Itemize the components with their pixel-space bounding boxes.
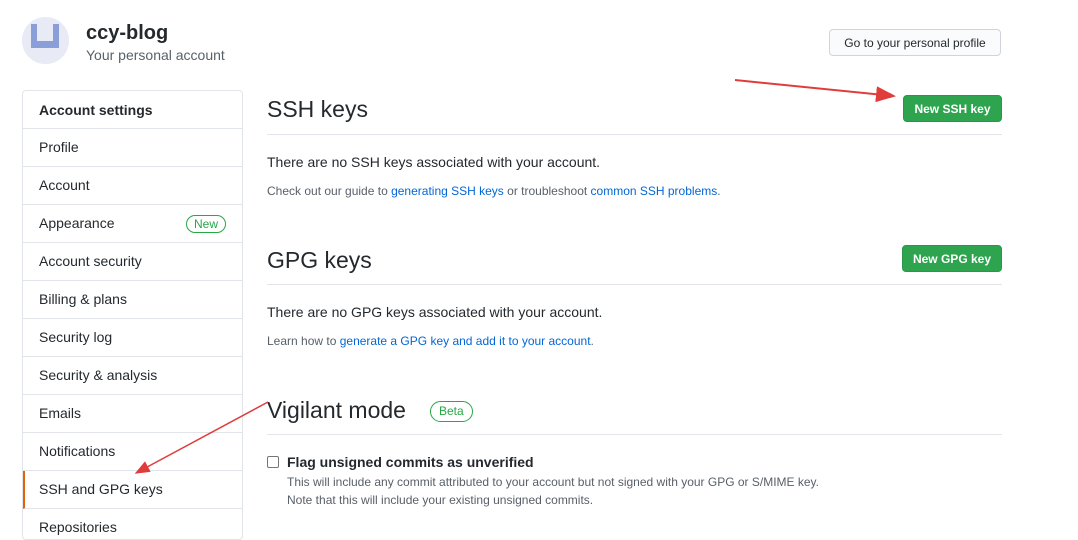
new-badge: New (185, 215, 226, 233)
sidebar-item-appearance[interactable]: Appearance New (23, 205, 242, 243)
sidebar-item-billing[interactable]: Billing & plans (23, 281, 242, 319)
sidebar-item-label: Emails (39, 405, 82, 421)
divider (267, 434, 1002, 435)
beta-badge: Beta (430, 401, 473, 422)
sidebar-item-label: Security log (39, 329, 113, 345)
ssh-guide-note: Check out our guide to generating SSH ke… (267, 184, 721, 198)
sidebar-item-label: Profile (39, 139, 79, 155)
gpg-learn-prefix: Learn how to (267, 334, 340, 348)
ssh-keys-title: SSH keys (267, 96, 368, 122)
ssh-empty-message: There are no SSH keys associated with yo… (267, 154, 601, 170)
vigilant-description-line1: This will include any commit attributed … (287, 475, 820, 489)
account-name[interactable]: ccy-blog (86, 22, 168, 45)
ssh-guide-middle: or troubleshoot (503, 184, 591, 198)
generating-ssh-keys-link[interactable]: generating SSH keys (391, 184, 504, 198)
ssh-guide-prefix: Check out our guide to (267, 184, 392, 198)
sidebar-item-label: Security & analysis (39, 367, 158, 383)
sidebar-item-label: Account (39, 177, 90, 193)
sidebar-item-notifications[interactable]: Notifications (23, 433, 242, 471)
account-subtitle: Your personal account (86, 47, 225, 63)
sidebar-item-account[interactable]: Account (23, 167, 242, 205)
sidebar-item-security-log[interactable]: Security log (23, 319, 242, 357)
flag-unsigned-commits-checkbox[interactable] (267, 456, 279, 468)
sidebar-item-label: Billing & plans (39, 291, 127, 307)
ssh-guide-suffix: . (717, 184, 721, 198)
sidebar-item-ssh-gpg-keys[interactable]: SSH and GPG keys (23, 471, 242, 509)
generate-gpg-key-link[interactable]: generate a GPG key and add it to your ac… (340, 334, 591, 348)
avatar[interactable] (22, 17, 69, 64)
sidebar-item-emails[interactable]: Emails (23, 395, 242, 433)
flag-unsigned-commits-label[interactable]: Flag unsigned commits as unverified (287, 454, 534, 470)
settings-sidebar: Account settings Profile Account Appeara… (22, 90, 243, 540)
new-ssh-key-button[interactable]: New SSH key (903, 95, 1002, 122)
gpg-keys-title: GPG keys (267, 247, 372, 273)
sidebar-item-label: Notifications (39, 443, 116, 459)
gpg-learn-suffix: . (590, 334, 594, 348)
sidebar-item-security-analysis[interactable]: Security & analysis (23, 357, 242, 395)
sidebar-item-profile[interactable]: Profile (23, 129, 242, 167)
vigilant-description-line2: Note that this will include your existin… (287, 493, 594, 507)
gpg-empty-message: There are no GPG keys associated with yo… (267, 304, 603, 320)
sidebar-item-label: SSH and GPG keys (39, 481, 163, 497)
common-ssh-problems-link[interactable]: common SSH problems (591, 184, 718, 198)
gpg-learn-note: Learn how to generate a GPG key and add … (267, 334, 594, 348)
sidebar-item-label: Account security (39, 253, 142, 269)
sidebar-item-label: Repositories (39, 519, 117, 535)
new-gpg-key-button[interactable]: New GPG key (902, 245, 1002, 272)
divider (267, 134, 1002, 135)
sidebar-heading: Account settings (23, 91, 242, 129)
arrow-to-new-ssh-key (734, 79, 896, 103)
sidebar-item-account-security[interactable]: Account security (23, 243, 242, 281)
go-to-profile-button[interactable]: Go to your personal profile (829, 29, 1001, 56)
vigilant-mode-title: Vigilant mode (267, 397, 406, 423)
sidebar-item-repositories[interactable]: Repositories (23, 509, 242, 539)
sidebar-item-label: Appearance (39, 215, 115, 231)
divider (267, 284, 1002, 285)
